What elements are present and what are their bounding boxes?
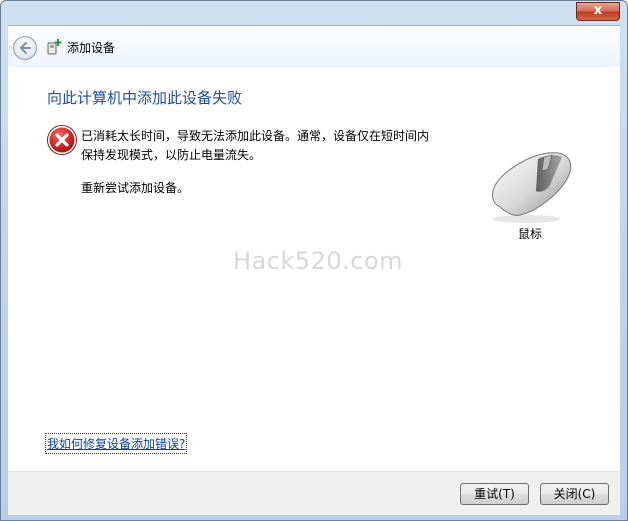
page-title: 向此计算机中添加此设备失败: [47, 89, 243, 107]
retry-button[interactable]: 重试(T): [460, 483, 529, 505]
close-button[interactable]: 关闭(C): [540, 483, 609, 505]
add-device-icon: [47, 39, 62, 55]
main-content: 向此计算机中添加此设备失败 已消耗太长时间，导致无法添加此设备。通常，设备仅在短…: [8, 67, 620, 471]
button-bar: 重试(T) 关闭(C): [8, 471, 620, 515]
nav-title: 添加设备: [67, 41, 116, 55]
error-x-icon: [47, 125, 77, 155]
back-button[interactable]: [13, 36, 37, 60]
add-device-window: x 添加设备 向此计算机中添加此设备失败 已消耗太长时间，导致无法添加此设备。通…: [0, 0, 628, 521]
error-message-line1: 已消耗太长时间，导致无法添加此设备。通常，设备仅在短时间内: [81, 129, 430, 143]
window-close-button[interactable]: x: [576, 2, 620, 21]
help-link[interactable]: 我如何修复设备添加错误?: [44, 433, 188, 454]
navigation-bar: 添加设备: [8, 25, 620, 67]
mouse-icon: [492, 152, 572, 223]
title-bar: x: [1, 1, 627, 25]
watermark-text: Hack520.com: [233, 247, 404, 275]
back-arrow-icon: [20, 42, 31, 54]
error-message-line2: 保持发现模式，以防止电量流失。: [81, 148, 262, 162]
retry-prompt: 重新尝试添加设备。: [81, 181, 190, 195]
device-label: 鼠标: [518, 227, 543, 241]
